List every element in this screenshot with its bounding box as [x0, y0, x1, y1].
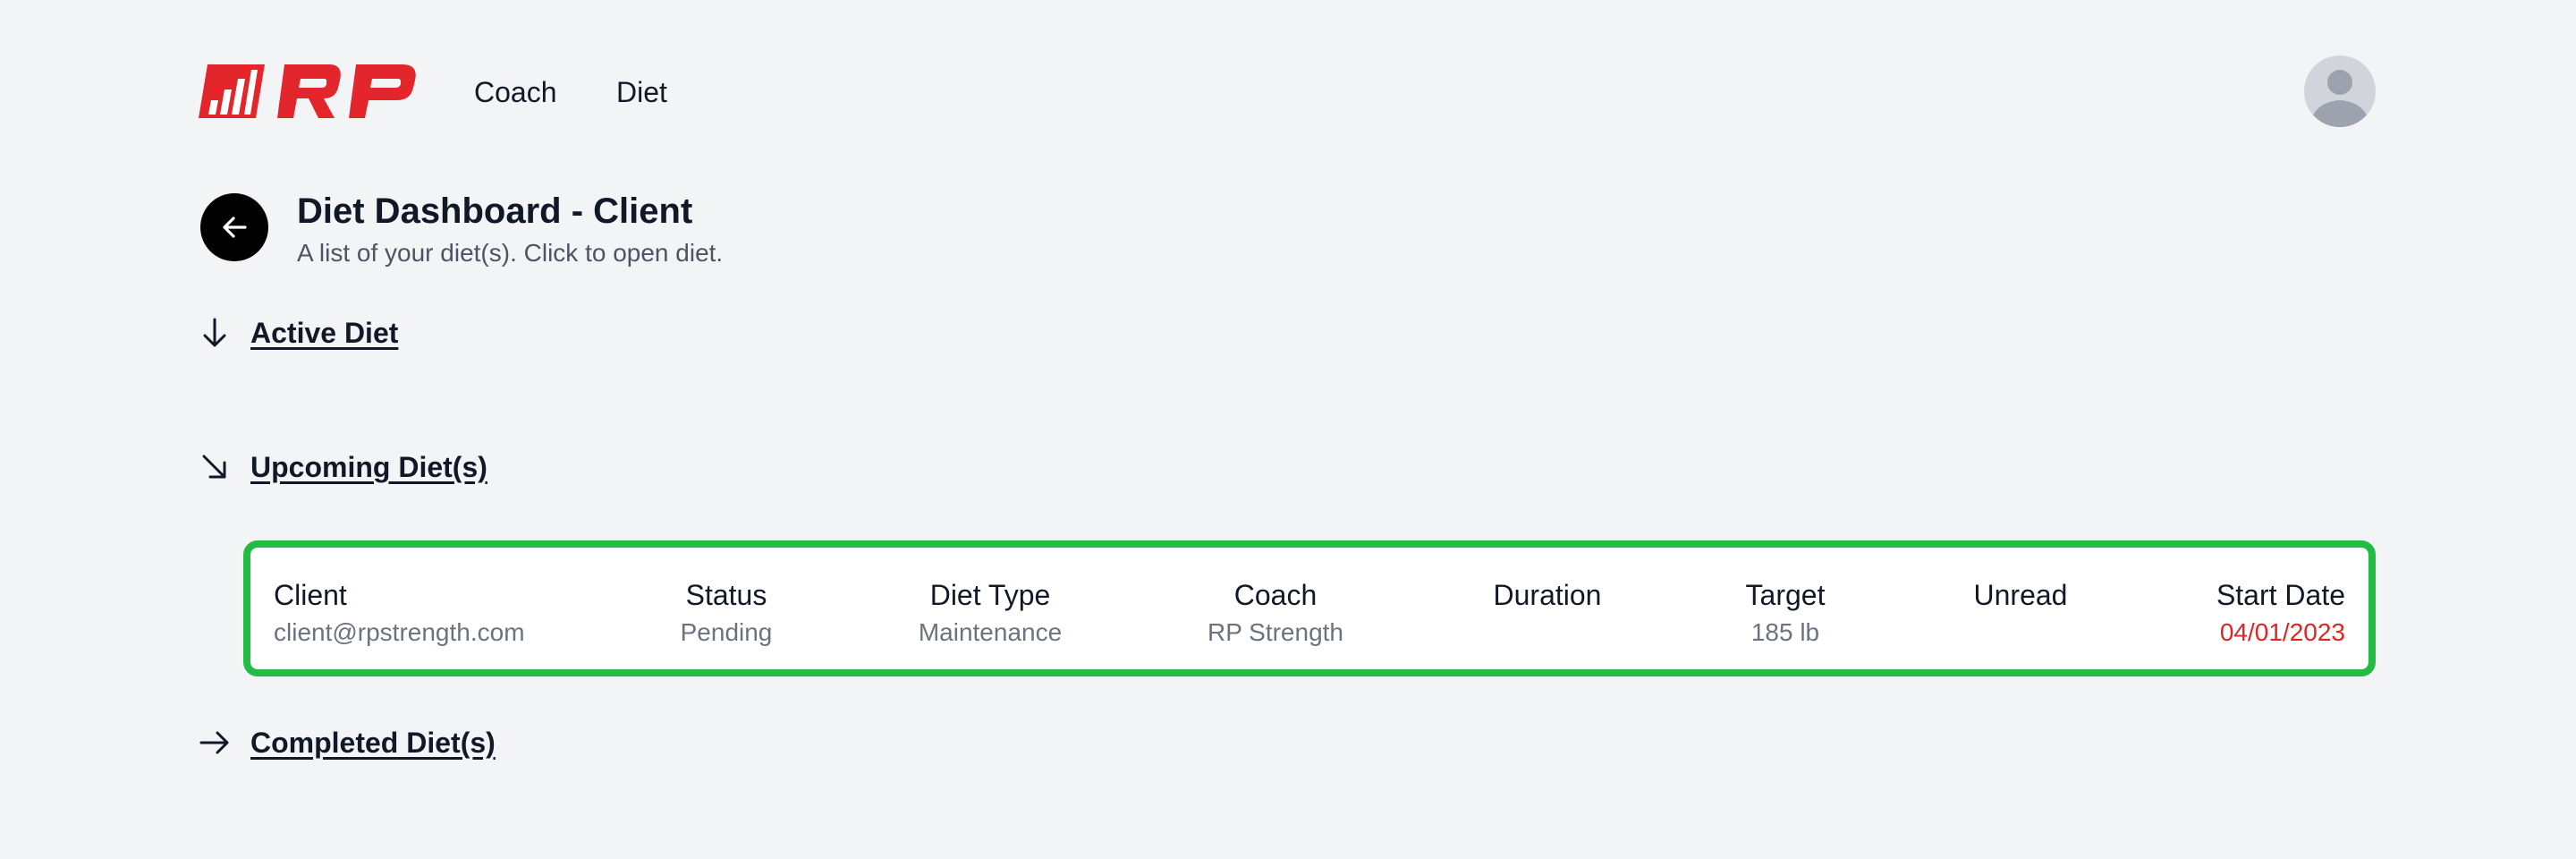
page: Coach Diet Diet Dashboard - Client A lis…: [0, 0, 2576, 859]
status-column: Status Pending: [681, 578, 773, 648]
diet-type-value: Maintenance: [918, 618, 1063, 646]
target-value: 185 lb: [1750, 618, 1820, 646]
page-subtitle: A list of your diet(s). Click to open di…: [297, 239, 724, 267]
client-value: client@rpstrength.com: [274, 618, 525, 646]
user-icon: [2309, 70, 2370, 127]
coach-value: RP Strength: [1207, 618, 1344, 646]
diet-type-header: Diet Type: [929, 579, 1051, 611]
nav-diet[interactable]: Diet: [616, 75, 667, 109]
active-diet-section-toggle[interactable]: Active Diet: [199, 315, 398, 351]
upcoming-diets-label: Upcoming Diet(s): [250, 451, 487, 483]
start-date-header: Start Date: [2216, 579, 2345, 611]
unread-header: Unread: [1973, 579, 2068, 611]
unread-column: Unread: [1974, 578, 2068, 617]
user-avatar[interactable]: [2304, 55, 2376, 127]
target-column: Target 185 lb: [1746, 578, 1826, 648]
completed-diets-label: Completed Diet(s): [250, 727, 496, 759]
duration-column: Duration: [1494, 578, 1602, 617]
arrow-down-icon: [203, 318, 226, 347]
completed-diets-section-toggle[interactable]: Completed Diet(s): [199, 725, 496, 761]
page-title: Diet Dashboard - Client: [297, 191, 693, 231]
arrow-left-icon: [223, 217, 247, 238]
coach-column: Coach RP Strength: [1208, 578, 1343, 648]
start-date-column: Start Date 04/01/2023: [2216, 578, 2345, 648]
start-date-value: 04/01/2023: [2219, 618, 2345, 646]
arrow-down-right-icon: [202, 455, 226, 479]
coach-header: Coach: [1233, 579, 1318, 611]
back-button[interactable]: [200, 193, 268, 261]
target-header: Target: [1745, 579, 1826, 611]
client-column: Client client@rpstrength.com: [274, 578, 525, 648]
upcoming-diets-section-toggle[interactable]: Upcoming Diet(s): [199, 449, 487, 485]
diet-type-column: Diet Type Maintenance: [919, 578, 1062, 648]
duration-header: Duration: [1493, 579, 1602, 611]
upcoming-diet-card[interactable]: Client client@rpstrength.com Status Pend…: [243, 540, 2376, 676]
status-value: Pending: [680, 618, 773, 646]
client-header: Client: [274, 579, 347, 611]
rp-logo[interactable]: [199, 61, 419, 122]
arrow-right-icon: [199, 731, 229, 754]
nav-coach[interactable]: Coach: [474, 75, 557, 109]
status-header: Status: [685, 579, 767, 611]
active-diet-label: Active Diet: [250, 317, 399, 349]
